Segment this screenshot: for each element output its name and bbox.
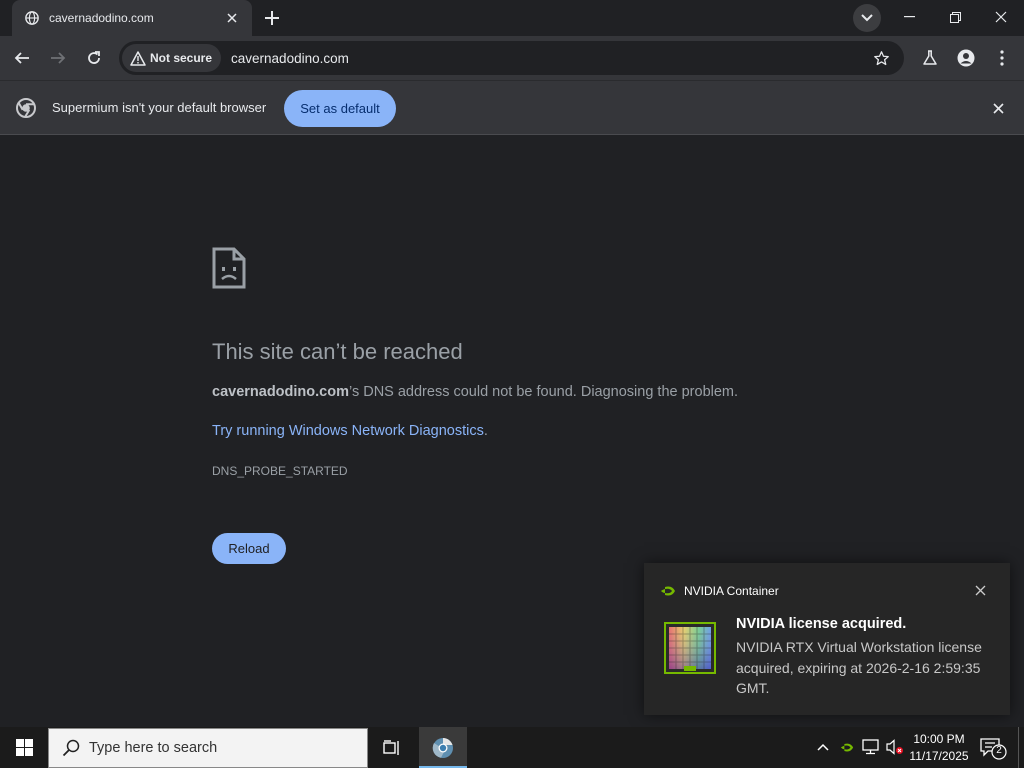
infobar-message: Supermium isn't your default browser <box>52 100 267 115</box>
browser-app-icon <box>432 737 453 758</box>
tab-search-button[interactable] <box>853 4 881 32</box>
search-icon <box>61 738 81 758</box>
reload-button[interactable]: Reload <box>212 533 286 564</box>
toast-title: NVIDIA license acquired. <box>736 616 907 632</box>
diagnostics-link[interactable]: Try running Windows Network Diagnostics <box>212 423 484 439</box>
taskbar: Type here to search 10:00 PM 11/17/2025 <box>0 727 1024 768</box>
toast-notification[interactable]: NVIDIA Container NVIDIA license acquired… <box>644 563 1010 715</box>
taskbar-search-input[interactable]: Type here to search <box>48 728 368 768</box>
bookmark-star-icon[interactable] <box>872 49 890 67</box>
warning-icon <box>130 50 146 66</box>
gpu-chip-icon <box>664 622 716 674</box>
restore-icon <box>949 11 961 23</box>
toast-app-name: NVIDIA Container <box>684 584 779 598</box>
clock-time: 10:00 PM <box>913 732 965 746</box>
infobar-close-icon[interactable] <box>988 98 1008 118</box>
error-description: cavernadodino.com’s DNS address could no… <box>212 384 738 400</box>
network-icon[interactable] <box>862 738 880 756</box>
clock-date: 11/17/2025 <box>909 749 969 763</box>
start-button[interactable] <box>0 727 48 768</box>
tab-title: cavernadodino.com <box>49 11 154 25</box>
restore-button[interactable] <box>932 0 978 34</box>
reload-icon <box>88 51 100 64</box>
tab-close-icon[interactable] <box>222 8 242 28</box>
notification-count: 2 <box>996 745 1002 756</box>
task-view-icon <box>383 739 399 755</box>
back-button[interactable] <box>8 44 36 72</box>
notification-center-button[interactable]: 2 <box>979 736 1007 760</box>
arrow-left-icon <box>14 52 29 64</box>
omnibox[interactable]: Not secure cavernadodino.com <box>119 41 904 75</box>
url-text[interactable]: cavernadodino.com <box>231 51 349 66</box>
error-code: DNS_PROBE_STARTED <box>212 464 348 478</box>
menu-kebab-icon[interactable] <box>988 44 1016 72</box>
minimize-button[interactable] <box>886 0 932 34</box>
reload-toolbar-button[interactable] <box>80 44 108 72</box>
search-placeholder: Type here to search <box>89 740 218 756</box>
toast-body: NVIDIA RTX Virtual Workstation license a… <box>736 639 982 696</box>
volume-muted-icon[interactable] <box>886 738 904 756</box>
set-as-default-button[interactable]: Set as default <box>284 90 396 127</box>
diagnostics-line: Try running Windows Network Diagnostics. <box>212 423 488 439</box>
windows-logo-icon <box>15 739 33 756</box>
toolbar: Not secure cavernadodino.com <box>0 36 1024 80</box>
diagnostics-link-suffix: . <box>483 423 488 439</box>
error-title: This site can’t be reached <box>212 339 463 364</box>
tab-active[interactable]: cavernadodino.com <box>12 0 252 36</box>
profile-icon[interactable] <box>952 44 980 72</box>
show-desktop-button[interactable] <box>1018 727 1019 768</box>
chevron-up-icon[interactable] <box>814 738 832 756</box>
tab-strip: cavernadodino.com <box>0 0 1024 36</box>
close-window-button[interactable] <box>978 0 1024 34</box>
task-view-button[interactable] <box>372 727 412 768</box>
chevron-down-icon <box>861 14 873 22</box>
browser-logo-icon <box>16 98 36 118</box>
minimize-icon <box>903 16 915 18</box>
error-message: ’s DNS address could not be found. Diagn… <box>348 384 739 400</box>
sad-page-icon <box>212 247 246 289</box>
security-label: Not secure <box>150 51 213 65</box>
arrow-right-icon <box>51 52 66 64</box>
error-host: cavernadodino.com <box>212 384 349 400</box>
default-browser-infobar: Supermium isn't your default browser Set… <box>0 80 1024 135</box>
security-chip[interactable]: Not secure <box>122 44 222 72</box>
nvidia-logo-icon <box>661 586 675 596</box>
forward-button[interactable] <box>44 44 72 72</box>
new-tab-button[interactable] <box>260 6 284 30</box>
taskbar-app-browser[interactable] <box>419 727 467 768</box>
close-icon <box>995 11 1007 23</box>
labs-flask-icon[interactable] <box>916 44 944 72</box>
globe-icon <box>24 10 40 26</box>
toast-close-icon[interactable] <box>972 582 988 598</box>
nvidia-tray-icon[interactable] <box>838 738 856 756</box>
taskbar-clock[interactable]: 10:00 PM 11/17/2025 <box>904 731 974 765</box>
